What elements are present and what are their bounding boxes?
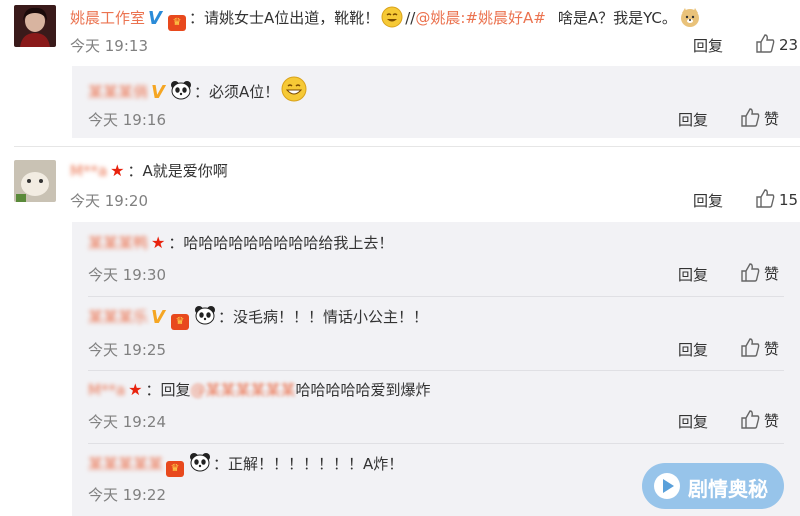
like-button[interactable]: 赞 <box>740 409 779 431</box>
star-badge-icon: ★ <box>151 233 166 252</box>
like-button[interactable]: 23 <box>755 33 798 54</box>
reply-button[interactable]: 回复 <box>678 411 708 432</box>
username[interactable]: 姚晨工作室 <box>70 9 145 27</box>
star-badge-icon: ★ <box>128 380 143 399</box>
colon: ： <box>188 9 204 27</box>
comment-2: M**a ★ ：A就是爱你啊 今天 19:20 回复 15 <box>0 150 800 216</box>
like-label: 赞 <box>764 340 780 358</box>
star-badge-icon: ★ <box>110 161 125 180</box>
timestamp: 今天 19:16 <box>88 111 166 129</box>
like-label: 赞 <box>764 412 780 430</box>
reply-body: 某某某某某 ♛ ：正解！！！！！！！A炸！ <box>88 452 403 477</box>
comment-text: 请姚女士A位出道，靴靴！ <box>203 9 380 27</box>
verified-v-icon: V <box>148 8 162 29</box>
username[interactable]: M**a <box>88 381 125 399</box>
like-count: 15 <box>779 191 799 209</box>
comment-text-2: 啥是A？我是YC。 <box>557 9 677 27</box>
reply-body: M**a ★ ：回复@某某某某某某哈哈哈哈哈爱到爆炸 <box>88 379 431 400</box>
repost-separator: // <box>405 9 416 27</box>
comment-body: M**a ★ ：A就是爱你啊 <box>70 160 228 181</box>
like-label: 赞 <box>764 110 780 128</box>
mention-link[interactable]: @姚晨 <box>415 9 460 27</box>
username[interactable]: M**a <box>70 162 107 180</box>
watermark-text: 剧情奥秘 <box>688 477 768 501</box>
reply-item: M**a ★ ：回复@某某某某某某哈哈哈哈哈爱到爆炸 今天 19:24 回复 赞 <box>72 371 800 444</box>
grin-emoji-icon <box>281 76 307 102</box>
like-label: 赞 <box>764 265 780 283</box>
colon: ： <box>168 234 184 252</box>
thumbs-up-icon <box>741 108 760 127</box>
timestamp: 今天 19:25 <box>88 341 166 359</box>
reply-button[interactable]: 回复 <box>678 264 708 285</box>
reply-text: 哈哈哈哈哈哈哈哈哈给我上去！ <box>183 234 394 252</box>
username[interactable]: 某某某某某 <box>88 455 163 473</box>
panda-icon <box>170 81 191 100</box>
thumbs-up-icon <box>741 263 760 282</box>
panda-icon <box>194 306 215 325</box>
timestamp: 今天 19:24 <box>88 413 166 431</box>
comment-text: A就是爱你啊 <box>142 162 228 180</box>
thumbs-up-icon <box>741 410 760 429</box>
timestamp: 今天 19:13 <box>70 37 148 55</box>
panda-icon <box>190 453 211 472</box>
reply-button[interactable]: 回复 <box>693 190 723 211</box>
thumbs-up-icon <box>756 189 775 208</box>
reply-body: 某某某俏 V ：必须A位！ <box>88 76 309 103</box>
avatar-image <box>14 160 56 202</box>
avatar-image <box>14 5 56 47</box>
colon: ： <box>213 455 229 473</box>
colon: ： <box>145 381 161 399</box>
divider <box>14 146 800 147</box>
reply-text: 正解！！！！！！！A炸！ <box>228 455 404 473</box>
mention-link[interactable]: @某某某某某某 <box>191 381 296 399</box>
reply-body: 某某某鸭 ★ ：哈哈哈哈哈哈哈哈哈给我上去！ <box>88 232 393 253</box>
reply-button[interactable]: 回复 <box>678 339 708 360</box>
reply-text: 没毛病！！！情话小公主！！ <box>232 308 428 326</box>
reply-text: 必须A位！ <box>208 83 280 101</box>
reply-item: 某某某俏 V ：必须A位！ 今天 19:16 回复 赞 <box>72 66 800 138</box>
thumbs-up-icon <box>756 34 775 53</box>
username[interactable]: 某某某乐 <box>88 308 148 326</box>
reply-item: 某某某鸭 ★ ：哈哈哈哈哈哈哈哈哈给我上去！ 今天 19:30 回复 赞 <box>72 222 800 296</box>
watermark-logo: 剧情奥秘 <box>642 463 784 509</box>
member-crown-icon: ♛ <box>167 15 186 31</box>
topic-link[interactable]: #姚晨好A# <box>465 9 545 27</box>
comment-1: 姚晨工作室 V ♛ ：请姚女士A位出道，靴靴！//@姚晨:#姚晨好A# 啥是A？我是YC… <box>0 0 800 60</box>
member-crown-icon: ♛ <box>170 314 189 330</box>
like-button[interactable]: 15 <box>755 188 798 209</box>
avatar[interactable] <box>14 160 56 202</box>
like-button[interactable]: 赞 <box>740 337 779 359</box>
username[interactable]: 某某某俏 <box>88 83 148 101</box>
grin-emoji-icon <box>381 6 403 28</box>
member-crown-icon: ♛ <box>166 461 185 477</box>
colon: ： <box>127 162 143 180</box>
reply-button[interactable]: 回复 <box>678 109 708 130</box>
verified-v-icon: V <box>151 307 165 328</box>
timestamp: 今天 19:20 <box>70 192 148 210</box>
like-button[interactable]: 赞 <box>740 107 779 129</box>
comment-body: 姚晨工作室 V ♛ ：请姚女士A位出道，靴靴！//@姚晨:#姚晨好A# 啥是A？我是YC… <box>70 6 703 31</box>
verified-v-icon: V <box>151 82 165 103</box>
colon: ： <box>217 308 233 326</box>
username[interactable]: 某某某鸭 <box>88 234 148 252</box>
reply-item: 某某某乐 V ♛ ：没毛病！！！情话小公主！！ 今天 19:25 回复 赞 <box>72 297 800 370</box>
reply-prefix: 回复 <box>160 381 191 399</box>
timestamp: 今天 19:30 <box>88 266 166 284</box>
like-button[interactable]: 赞 <box>740 262 779 284</box>
reply-text: 哈哈哈哈哈爱到爆炸 <box>295 381 431 399</box>
timestamp: 今天 19:22 <box>88 486 166 504</box>
colon: ： <box>193 83 209 101</box>
avatar[interactable] <box>14 5 56 47</box>
reply-body: 某某某乐 V ♛ ：没毛病！！！情话小公主！！ <box>88 305 428 330</box>
play-logo-icon <box>654 473 680 499</box>
reply-list: 某某某俏 V ：必须A位！ 今天 19:16 回复 赞 <box>72 66 800 138</box>
reply-button[interactable]: 回复 <box>693 35 723 56</box>
like-count: 23 <box>779 36 799 54</box>
thumbs-up-icon <box>741 338 760 357</box>
doge-emoji-icon <box>680 8 699 27</box>
